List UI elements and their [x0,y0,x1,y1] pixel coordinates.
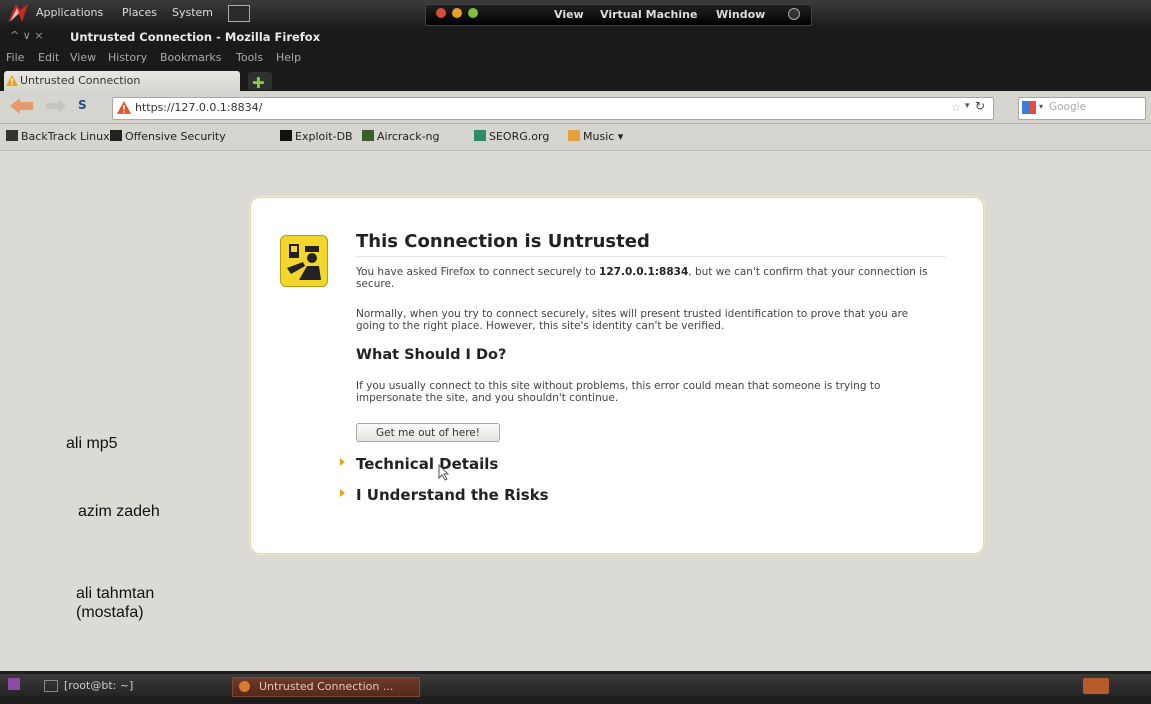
system-menu[interactable]: System [172,6,213,19]
bookmark-offensive-security[interactable]: Offensive Security [110,130,226,143]
taskbar-item-firefox[interactable]: Untrusted Connection ... [232,677,420,697]
url-text[interactable]: https://127.0.0.1:8834/ [135,101,262,114]
menu-help[interactable]: Help [276,51,301,64]
expander-label: Technical Details [356,455,499,473]
dropdown-arrow-icon[interactable]: ▾ [965,101,970,111]
warning-icon[interactable] [117,101,131,114]
vm-close-icon[interactable] [436,8,446,18]
expand-triangle-icon [340,489,345,497]
taskbar-terminal-label: [root@bt: ~] [64,679,134,692]
vm-window-menu[interactable]: Window [716,8,765,21]
p1-host: 127.0.0.1:8834 [599,266,689,278]
bookmark-exploit-db[interactable]: Exploit-DB [280,130,353,143]
vm-record-icon[interactable] [788,8,800,20]
exploit-db-icon [280,130,292,141]
bookmark-label: Music ▾ [583,130,624,143]
url-bar[interactable]: https://127.0.0.1:8834/ ☆ ▾ ↻ [112,97,994,120]
tray-icon[interactable] [1083,678,1109,694]
menu-view[interactable]: View [70,51,96,64]
expander-label: I Understand the Risks [356,486,549,504]
error-paragraph-1: You have asked Firefox to connect secure… [356,266,936,290]
reload-icon[interactable]: ↻ [975,99,985,113]
firefox-icon [239,681,250,692]
forward-arrow-icon[interactable] [46,99,66,113]
vm-maximize-icon[interactable] [468,8,478,18]
folder-icon [568,130,580,141]
vm-virtual-machine-menu[interactable]: Virtual Machine [600,8,697,21]
bookmark-backtrack-linux[interactable]: BackTrack Linux [6,130,110,143]
seorg-icon [474,130,486,141]
backtrack-logo-icon[interactable] [6,2,32,24]
menu-tools[interactable]: Tools [236,51,263,64]
tab-untrusted-connection[interactable]: Untrusted Connection [4,71,240,91]
menu-edit[interactable]: Edit [38,51,59,64]
error-paragraph-2: Normally, when you try to connect secure… [356,308,909,332]
expand-triangle-icon [340,458,345,466]
window-titlebar: ^ ∨ × Untrusted Connection - Mozilla Fir… [0,26,1151,47]
offsec-icon [110,130,122,141]
warning-icon [6,75,18,86]
search-box[interactable]: ▾ Google [1018,97,1146,120]
bookmark-label: SEORG.org [489,130,550,143]
engine-dropdown-icon[interactable]: ▾ [1039,102,1043,111]
plus-icon: ✚ [252,74,265,92]
bookmark-music-folder[interactable]: Music ▾ [568,130,623,143]
vm-view-menu[interactable]: View [554,8,584,21]
get-me-out-button[interactable]: Get me out of here! [356,423,500,442]
bookmark-aircrack-ng[interactable]: Aircrack-ng [362,130,440,143]
what-should-i-do-heading: What Should I Do? [356,347,507,363]
overlay-note-2: azim zadeh [78,503,160,520]
s-addon-icon[interactable]: S [78,98,87,112]
taskbar-item-terminal[interactable]: [root@bt: ~] [40,677,215,694]
overlay-note-3-line2: (mostafa) [76,604,144,621]
error-title: This Connection is Untrusted [356,231,650,252]
overlay-note-3: ali tahmtan (mostafa) [76,584,154,622]
tab-label: Untrusted Connection [20,74,141,87]
places-menu[interactable]: Places [122,6,157,19]
bookmark-label: Offensive Security [125,130,226,143]
menu-history[interactable]: History [108,51,147,64]
show-desktop-icon[interactable] [8,678,20,690]
bookmark-label: Exploit-DB [295,130,353,143]
firefox-menubar: File Edit View History Bookmarks Tools H… [0,47,1151,67]
vm-minimize-icon[interactable] [452,8,462,18]
title-divider [356,256,946,257]
backtrack-icon [6,130,18,141]
applications-menu[interactable]: Applications [36,6,103,19]
overlay-note-3-line1: ali tahmtan [76,585,155,602]
aircrack-icon [362,130,374,141]
mouse-cursor-icon [438,464,450,481]
error-paragraph-3: If you usually connect to this site with… [356,380,881,404]
bookmark-label: BackTrack Linux [21,130,110,143]
menu-file[interactable]: File [6,51,24,64]
vm-menu-bar: View Virtual Machine Window [425,4,812,26]
bookmarks-toolbar: BackTrack Linux Offensive Security Explo… [0,124,1151,151]
window-controls[interactable]: ^ ∨ × [10,29,43,42]
technical-details-expander[interactable]: Technical Details [340,455,498,473]
star-icon[interactable]: ☆ [951,101,961,114]
new-tab-button[interactable]: ✚ [248,72,272,92]
search-placeholder: Google [1049,101,1087,113]
bookmark-seorg[interactable]: SEORG.org [474,130,549,143]
window-title: Untrusted Connection - Mozilla Firefox [70,30,321,44]
terminal-launcher-icon[interactable] [228,5,250,22]
terminal-icon [44,680,58,692]
understand-risks-expander[interactable]: I Understand the Risks [340,486,549,504]
google-engine-icon[interactable] [1022,101,1036,114]
bookmark-label: Aircrack-ng [377,130,440,143]
police-officer-icon [280,235,328,287]
menu-bookmarks[interactable]: Bookmarks [160,51,221,64]
p1-text: You have asked Firefox to connect secure… [356,266,600,278]
back-arrow-icon[interactable] [10,97,34,115]
taskbar-firefox-label: Untrusted Connection ... [259,680,394,693]
overlay-note-1: ali mp5 [66,435,118,452]
